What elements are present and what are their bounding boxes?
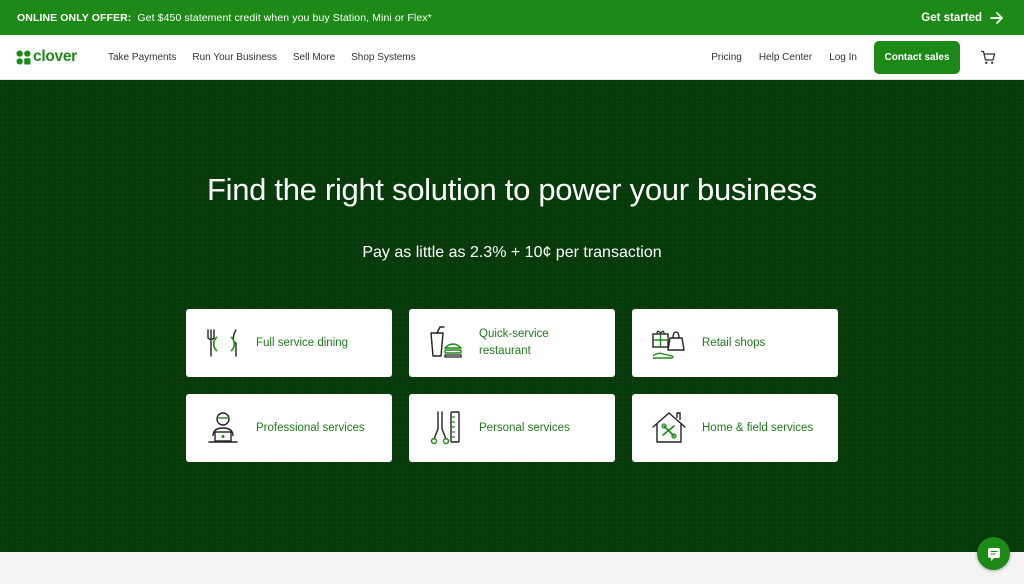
card-label: Professional services: [256, 421, 365, 434]
dining-icon: [207, 329, 237, 357]
card-label: Personal services: [479, 421, 570, 434]
home-field-icon: [652, 412, 686, 443]
card-label: Retail shops: [702, 336, 766, 349]
promo-bar: ONLINE ONLY OFFER: Get $450 statement cre…: [0, 0, 1024, 35]
card-home-field-services[interactable]: Home & field services: [632, 394, 838, 462]
nav-log-in[interactable]: Log In: [829, 52, 857, 63]
nav-take-payments[interactable]: Take Payments: [108, 52, 176, 63]
contact-sales-button[interactable]: Contact sales: [874, 40, 960, 74]
get-started-link[interactable]: Get started: [921, 0, 1004, 35]
cart-icon[interactable]: [980, 49, 996, 65]
nav-help-center[interactable]: Help Center: [759, 52, 812, 63]
card-quick-service-restaurant[interactable]: Quick-service restaurant: [409, 309, 615, 377]
professional-icon: [208, 412, 238, 443]
retail-icon: [652, 330, 685, 359]
quick-service-icon: [430, 326, 462, 358]
bottom-section: [0, 552, 1024, 584]
card-professional-services[interactable]: Professional services: [186, 394, 392, 462]
card-label: Full service dining: [256, 336, 349, 349]
card-retail-shops[interactable]: Retail shops: [632, 309, 838, 377]
hero-subtitle: Pay as little as 2.3% + 10¢ per transact…: [362, 244, 662, 261]
hero-section: Find the right solution to power your bu…: [0, 80, 1024, 552]
hero-title: Find the right solution to power your bu…: [207, 172, 817, 207]
card-personal-services[interactable]: Personal services: [409, 394, 615, 462]
nav-run-your-business[interactable]: Run Your Business: [192, 52, 277, 63]
arrow-right-icon: [990, 11, 1003, 24]
get-started-label: Get started: [921, 11, 982, 24]
nav-primary-links: Take Payments Run Your Business Sell Mor…: [108, 35, 432, 79]
nav-shop-systems[interactable]: Shop Systems: [351, 52, 415, 63]
chat-icon[interactable]: [977, 537, 1010, 570]
main-nav: clover Take Payments Run Your Business S…: [0, 35, 1024, 80]
card-label: Quick-service restaurant: [479, 328, 549, 357]
clover-logo-icon: [16, 50, 31, 64]
logo-text: clover: [33, 48, 77, 65]
promo-message: Get $450 statement credit when you buy S…: [137, 11, 432, 24]
nav-pricing[interactable]: Pricing: [711, 52, 742, 63]
clover-logo[interactable]: clover: [16, 48, 77, 66]
card-full-service-dining[interactable]: Full service dining: [186, 309, 392, 377]
nav-secondary-links: Pricing Help Center Log In Contact sales: [694, 35, 996, 79]
promo-text: ONLINE ONLY OFFER: Get $450 statement cre…: [17, 12, 432, 24]
card-label: Home & field services: [702, 421, 814, 434]
nav-sell-more[interactable]: Sell More: [293, 52, 335, 63]
promo-label: ONLINE ONLY OFFER:: [17, 11, 132, 24]
personal-services-icon: [430, 411, 460, 445]
